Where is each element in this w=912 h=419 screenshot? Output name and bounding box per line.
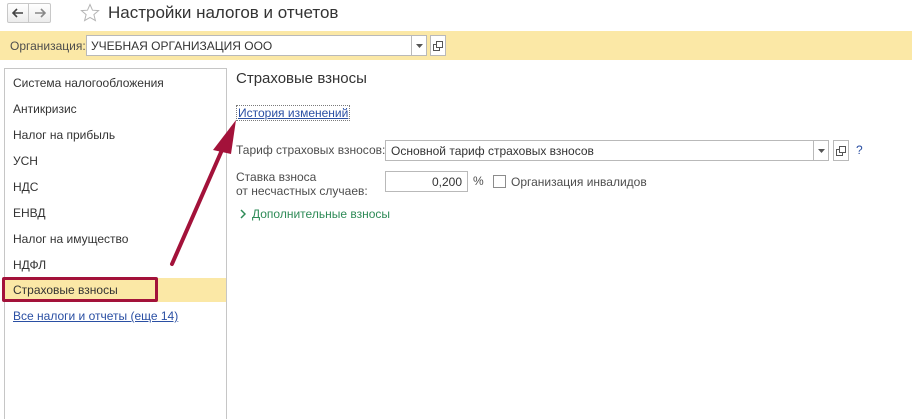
extra-contributions-toggle[interactable]: Дополнительные взносы xyxy=(240,207,390,221)
open-window-icon xyxy=(836,145,846,156)
organization-dropdown-button[interactable] xyxy=(411,35,427,56)
rate-unit: % xyxy=(473,174,484,188)
back-button[interactable] xyxy=(7,3,29,23)
open-window-icon xyxy=(433,40,443,51)
organization-bar: Организация: УЧЕБНАЯ ОРГАНИЗАЦИЯ ООО xyxy=(0,31,912,60)
sidebar-all-link-row: Все налоги и отчеты (еще 14) xyxy=(5,304,226,328)
disabled-org-checkbox[interactable] xyxy=(493,175,506,188)
extra-contributions-label: Дополнительные взносы xyxy=(252,207,390,221)
sidebar-item-property-tax[interactable]: Налог на имущество xyxy=(5,227,226,251)
sidebar-item-tax-system[interactable]: Система налогообложения xyxy=(5,71,226,95)
chevron-right-icon xyxy=(240,209,246,219)
history-link[interactable]: История изменений xyxy=(236,105,351,121)
sidebar-item-usn[interactable]: УСН xyxy=(5,149,226,173)
tariff-dropdown-button[interactable] xyxy=(813,140,829,161)
disabled-org-label[interactable]: Организация инвалидов xyxy=(511,175,647,189)
arrow-left-icon xyxy=(12,8,23,18)
all-taxes-link[interactable]: Все налоги и отчеты (еще 14) xyxy=(13,309,178,323)
rate-label-line-2: от несчастных случаев: xyxy=(236,184,368,198)
dropdown-arrow-icon xyxy=(415,43,423,48)
organization-field[interactable]: УЧЕБНАЯ ОРГАНИЗАЦИЯ ООО xyxy=(86,35,412,56)
help-icon[interactable]: ? xyxy=(856,143,863,157)
organization-open-button[interactable] xyxy=(430,35,446,56)
title-bar: Настройки налогов и отчетов xyxy=(0,0,912,26)
sidebar-item-profit-tax[interactable]: Налог на прибыль xyxy=(5,123,226,147)
annotation-highlight-box xyxy=(2,277,158,302)
sidebar-item-vat[interactable]: НДС xyxy=(5,175,226,199)
section-title: Страховые взносы xyxy=(236,70,367,87)
dropdown-arrow-icon xyxy=(817,148,825,153)
tariff-open-button[interactable] xyxy=(833,140,849,161)
sidebar-item-envd[interactable]: ЕНВД xyxy=(5,201,226,225)
tariff-field[interactable]: Основной тариф страховых взносов xyxy=(385,140,814,161)
tariff-label: Тариф страховых взносов: xyxy=(236,143,386,157)
sidebar-item-anticrisis[interactable]: Антикризис xyxy=(5,97,226,121)
page-title: Настройки налогов и отчетов xyxy=(108,3,339,22)
forward-button[interactable] xyxy=(29,3,51,23)
organization-label: Организация: xyxy=(10,39,86,53)
favorite-star-icon[interactable] xyxy=(80,3,100,23)
sidebar-item-ndfl[interactable]: НДФЛ xyxy=(5,253,226,277)
rate-label: Ставка взноса от несчастных случаев: xyxy=(236,170,368,198)
arrow-right-icon xyxy=(34,8,46,18)
rate-label-line-1: Ставка взноса xyxy=(236,170,317,184)
sidebar: Система налогообложения Антикризис Налог… xyxy=(4,68,227,419)
rate-input[interactable]: 0,200 xyxy=(385,171,468,192)
